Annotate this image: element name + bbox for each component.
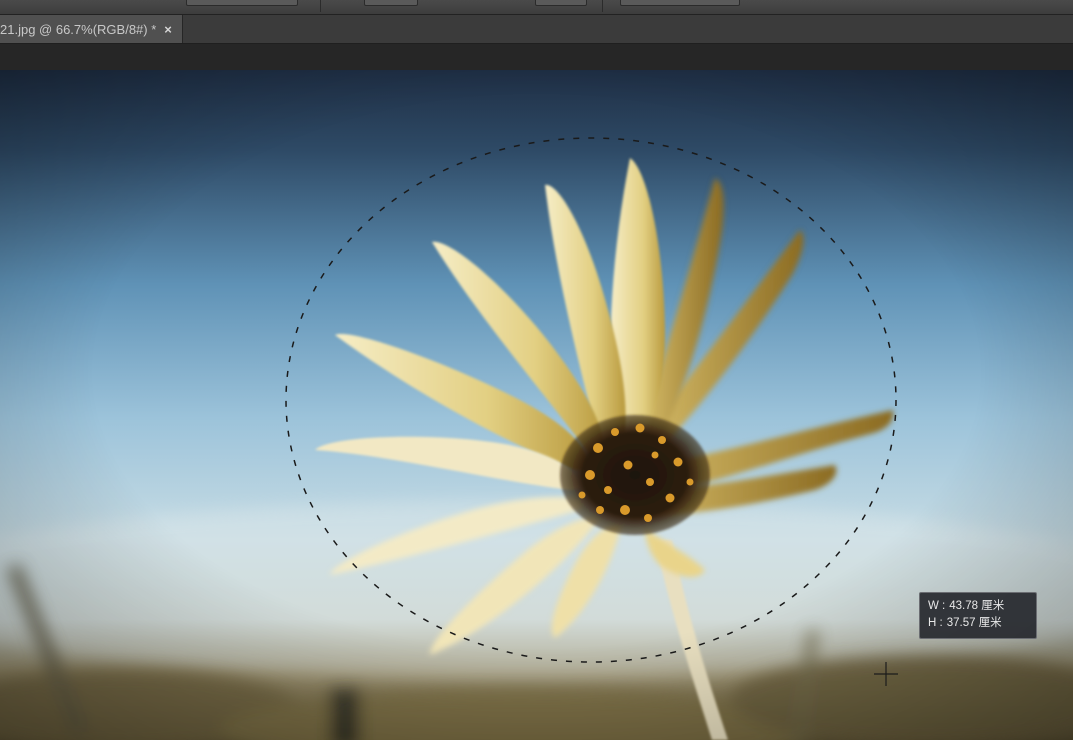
options-field[interactable] bbox=[364, 0, 418, 6]
document-tab-bar: 21.jpg @ 66.7%(RGB/8#) * × bbox=[0, 15, 1073, 44]
height-readout: H : 37.57 厘米 bbox=[928, 615, 1036, 632]
options-field[interactable] bbox=[535, 0, 587, 6]
crosshair-cursor-icon bbox=[874, 662, 898, 686]
selection-size-readout: W : 43.78 厘米 H : 37.57 厘米 bbox=[919, 592, 1037, 639]
photo bbox=[0, 70, 1073, 740]
width-value: 43.78 厘米 bbox=[949, 600, 1005, 612]
document-tab-title: 21.jpg @ 66.7%(RGB/8#) * bbox=[0, 21, 157, 37]
width-label: W : bbox=[928, 600, 946, 612]
height-label: H : bbox=[928, 617, 943, 629]
options-bar bbox=[0, 0, 1073, 15]
document-tab[interactable]: 21.jpg @ 66.7%(RGB/8#) * × bbox=[0, 15, 183, 43]
image-canvas[interactable] bbox=[0, 70, 1073, 740]
options-separator bbox=[602, 0, 603, 12]
width-readout: W : 43.78 厘米 bbox=[928, 598, 1036, 615]
options-separator bbox=[320, 0, 321, 12]
close-icon[interactable]: × bbox=[164, 22, 172, 37]
options-field[interactable] bbox=[186, 0, 298, 6]
photoshop-window: 21.jpg @ 66.7%(RGB/8#) * × W: 43.78 厘米 … bbox=[0, 0, 1073, 740]
canvas-gutter bbox=[0, 44, 1073, 70]
height-value: 37.57 厘米 bbox=[946, 617, 1002, 629]
options-field[interactable] bbox=[620, 0, 740, 6]
